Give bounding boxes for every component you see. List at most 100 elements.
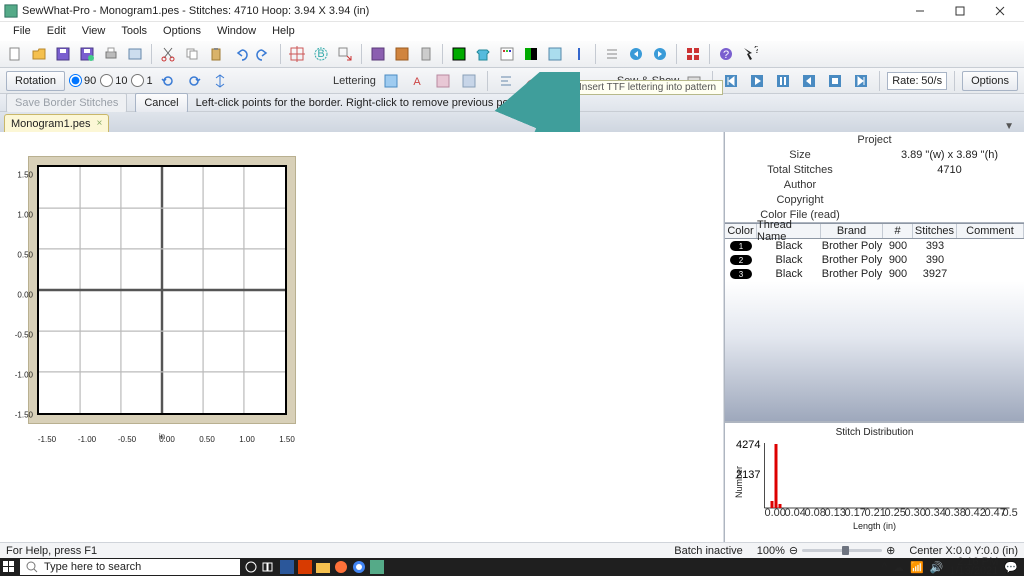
whatsthis-button[interactable]: ? [739, 43, 761, 65]
zoom-out-icon[interactable]: ⊖ [789, 544, 798, 557]
threadchart-button[interactable] [496, 43, 518, 65]
separator [442, 44, 443, 64]
needle-button[interactable] [568, 43, 590, 65]
svg-text:0.25: 0.25 [885, 507, 906, 518]
rot-10[interactable]: 10 [100, 74, 127, 87]
ttf-lettering-button[interactable] [380, 70, 402, 92]
separator [879, 71, 880, 91]
density-button[interactable]: B [310, 43, 332, 65]
new-button[interactable] [4, 43, 26, 65]
grid-button[interactable] [682, 43, 704, 65]
rotate-cw-button[interactable] [183, 70, 205, 92]
separator [280, 44, 281, 64]
menu-options[interactable]: Options [156, 24, 208, 38]
stop-button[interactable] [824, 70, 846, 92]
next-button[interactable] [649, 43, 671, 65]
notifications-icon[interactable]: 💬 [1004, 561, 1018, 574]
tab-label: Monogram1.pes [11, 118, 91, 130]
redo-button[interactable] [253, 43, 275, 65]
taskbar-search[interactable]: Type here to search [20, 559, 240, 575]
thread-row[interactable]: 1BlackBrother Poly900393 [725, 239, 1024, 253]
paste-button[interactable] [205, 43, 227, 65]
resize-button[interactable] [334, 43, 356, 65]
app2-icon[interactable] [296, 558, 314, 576]
wifi-icon[interactable]: 📶 [910, 561, 924, 574]
color-button[interactable] [448, 43, 470, 65]
album-button[interactable] [124, 43, 146, 65]
minimize-button[interactable] [900, 0, 940, 22]
open-button[interactable] [28, 43, 50, 65]
hoop-button[interactable] [286, 43, 308, 65]
maximize-button[interactable] [940, 0, 980, 22]
floppy2-button[interactable] [391, 43, 413, 65]
thread-row[interactable]: 2BlackBrother Poly900390 [725, 253, 1024, 267]
volume-icon[interactable]: 🔊 [930, 561, 944, 574]
rotate-ccw-button[interactable] [157, 70, 179, 92]
firefox-icon[interactable] [332, 558, 350, 576]
flip-button[interactable] [209, 70, 231, 92]
system-tray[interactable]: ^ ☁ 📶 🔊 2:16 PM 1/13/2021 💬 [882, 558, 1024, 576]
zoom-control[interactable]: 100% ⊖ ⊕ [757, 544, 896, 557]
svg-text:0.08: 0.08 [805, 507, 826, 518]
tab-monogram1[interactable]: Monogram1.pes × [4, 114, 109, 132]
effect-button[interactable]: abc [547, 70, 569, 92]
status-bar: For Help, press F1 Batch inactive 100% ⊖… [0, 542, 1024, 558]
tshirt-button[interactable] [472, 43, 494, 65]
font-a-button[interactable]: A [406, 70, 428, 92]
menu-tools[interactable]: Tools [114, 24, 154, 38]
menu-view[interactable]: View [75, 24, 113, 38]
rot-1[interactable]: 1 [131, 74, 152, 87]
menu-file[interactable]: File [6, 24, 38, 38]
rewind-button[interactable] [720, 70, 742, 92]
secondary-toolbar: Rotation 90 10 1 Lettering A abc Sew & S… [0, 68, 1024, 94]
zoom-slider[interactable] [802, 549, 882, 552]
thread-row[interactable]: 3BlackBrother Poly9003927 [725, 267, 1024, 281]
cut-button[interactable] [157, 43, 179, 65]
play-button[interactable] [746, 70, 768, 92]
applique-button[interactable] [520, 43, 542, 65]
svg-text:A: A [413, 76, 421, 88]
stepback-button[interactable] [798, 70, 820, 92]
saveas-button[interactable] [76, 43, 98, 65]
cortana-icon[interactable] [242, 558, 260, 576]
ff-button[interactable] [850, 70, 872, 92]
align-button[interactable] [495, 70, 517, 92]
floppy1-button[interactable] [367, 43, 389, 65]
side-panel: Project Size3.89 "(w) x 3.89 "(h) Total … [724, 132, 1024, 542]
prev-button[interactable] [625, 43, 647, 65]
rate-box[interactable]: Rate: 50/s [887, 72, 947, 90]
menu-window[interactable]: Window [210, 24, 263, 38]
print-button[interactable] [100, 43, 122, 65]
embfont-button[interactable] [458, 70, 480, 92]
chrome-icon[interactable] [350, 558, 368, 576]
tab-dropdown-icon[interactable]: ▼ [1004, 121, 1020, 132]
swp-icon[interactable] [368, 558, 386, 576]
monogram-button[interactable] [432, 70, 454, 92]
explorer-icon[interactable] [314, 558, 332, 576]
usb-button[interactable] [415, 43, 437, 65]
stitch-button[interactable] [544, 43, 566, 65]
curve-button[interactable] [521, 70, 543, 92]
rotation-button[interactable]: Rotation [6, 71, 65, 91]
help-button[interactable]: ? [715, 43, 737, 65]
close-button[interactable] [980, 0, 1020, 22]
zoom-in-icon[interactable]: ⊕ [886, 544, 895, 557]
app1-icon[interactable] [278, 558, 296, 576]
save-button[interactable] [52, 43, 74, 65]
menu-edit[interactable]: Edit [40, 24, 73, 38]
taskview-icon[interactable] [260, 558, 278, 576]
tray-up-icon[interactable]: ^ [882, 561, 887, 573]
options-button[interactable]: Options [962, 71, 1018, 91]
rot-90[interactable]: 90 [69, 74, 96, 87]
design-canvas[interactable]: 1.50 1.00 0.50 0.00 -0.50 -1.00 -1.50 -1… [0, 132, 724, 542]
cancel-button[interactable]: Cancel [135, 93, 187, 113]
menu-help[interactable]: Help [265, 24, 302, 38]
copy-button[interactable] [181, 43, 203, 65]
start-button[interactable] [0, 558, 18, 576]
list-button[interactable] [601, 43, 623, 65]
tab-close-icon[interactable]: × [97, 118, 103, 129]
undo-button[interactable] [229, 43, 251, 65]
pause-button[interactable] [772, 70, 794, 92]
separator [151, 44, 152, 64]
cloud-icon[interactable]: ☁ [893, 561, 904, 574]
